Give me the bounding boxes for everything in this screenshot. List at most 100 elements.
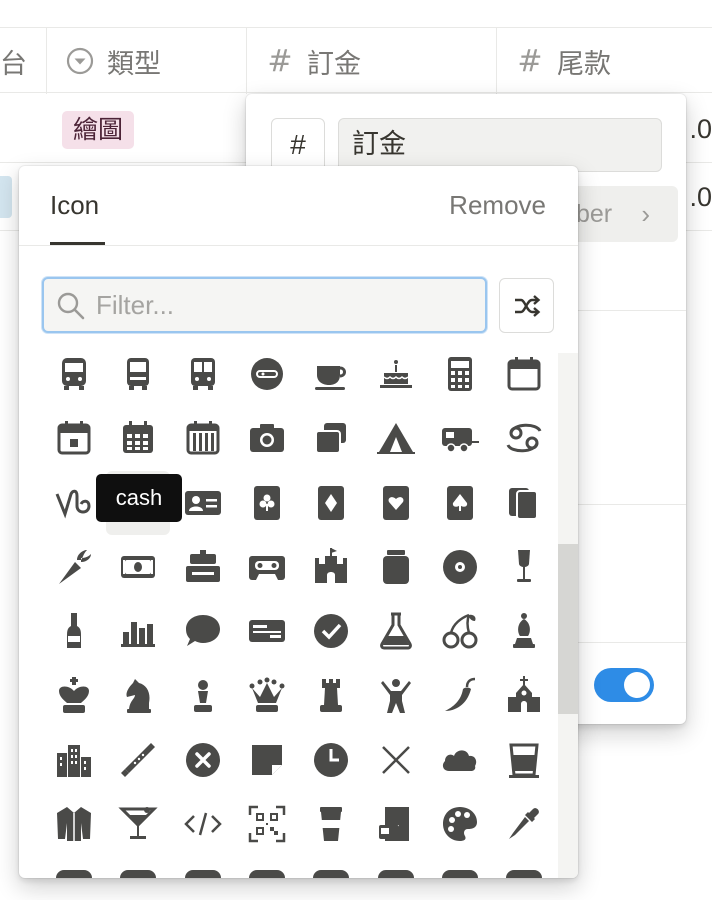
icon-option[interactable]	[492, 792, 556, 856]
icon-option[interactable]	[42, 728, 106, 792]
icon-option[interactable]	[235, 664, 299, 728]
filter-field[interactable]	[42, 277, 487, 333]
icon-option[interactable]	[235, 471, 299, 535]
icon-option[interactable]	[364, 342, 428, 406]
icon-option[interactable]	[364, 406, 428, 470]
icon-option[interactable]	[106, 792, 170, 856]
icon-option[interactable]	[428, 471, 492, 535]
icon-option[interactable]	[428, 728, 492, 792]
icon-option[interactable]	[171, 406, 235, 470]
icon-option[interactable]	[492, 471, 556, 535]
icon-option[interactable]	[364, 535, 428, 599]
remove-button[interactable]: Remove	[449, 190, 546, 221]
icon-option[interactable]	[42, 342, 106, 406]
icon-option[interactable]	[428, 535, 492, 599]
icon-option-partial[interactable]	[364, 856, 428, 878]
icon-option[interactable]	[492, 599, 556, 663]
camera-icon	[249, 424, 284, 453]
icon-option[interactable]	[42, 792, 106, 856]
type-tag[interactable]: 繪圖	[62, 111, 135, 149]
icon-option[interactable]	[106, 406, 170, 470]
icon-option[interactable]	[42, 599, 106, 663]
icon-option[interactable]	[364, 792, 428, 856]
icon-option[interactable]	[364, 471, 428, 535]
eyedropper-icon	[509, 808, 540, 840]
icon-option[interactable]	[364, 664, 428, 728]
icon-option[interactable]	[42, 406, 106, 470]
icon-option[interactable]	[428, 599, 492, 663]
cash-register-bell-icon	[185, 549, 220, 582]
icon-option[interactable]	[235, 406, 299, 470]
column-header-type[interactable]: 類型	[46, 28, 246, 94]
icon-option[interactable]	[492, 535, 556, 599]
icon-option[interactable]	[492, 664, 556, 728]
icon-option[interactable]	[364, 599, 428, 663]
column-header-partial[interactable]: 台	[0, 28, 46, 94]
icon-option[interactable]	[299, 471, 363, 535]
icon-option[interactable]	[106, 535, 170, 599]
icon-option-partial[interactable]	[106, 856, 170, 878]
deposit-cell-value[interactable]: .0	[689, 182, 712, 213]
icon-option[interactable]	[171, 728, 235, 792]
bar-chart-icon	[121, 622, 156, 648]
deposit-cell-value[interactable]: .0	[689, 114, 712, 145]
property-type-button[interactable]: #	[271, 118, 325, 172]
icon-option[interactable]	[171, 342, 235, 406]
icon-option[interactable]	[106, 599, 170, 663]
icon-option[interactable]	[299, 599, 363, 663]
icon-option[interactable]	[428, 792, 492, 856]
icon-option[interactable]	[428, 664, 492, 728]
icon-option[interactable]	[235, 792, 299, 856]
icon-option[interactable]	[171, 599, 235, 663]
chess-pawn-icon	[193, 679, 212, 712]
icon-option[interactable]	[42, 535, 106, 599]
icon-option[interactable]	[492, 728, 556, 792]
icon-option[interactable]	[235, 728, 299, 792]
icon-option[interactable]	[428, 406, 492, 470]
column-label: 尾款	[557, 48, 611, 80]
icon-option[interactable]	[299, 792, 363, 856]
tab-icon[interactable]: Icon	[50, 190, 99, 221]
icon-option[interactable]	[299, 664, 363, 728]
icon-option[interactable]	[428, 342, 492, 406]
icon-option[interactable]	[235, 342, 299, 406]
icon-option-partial[interactable]	[42, 856, 106, 878]
icon-option[interactable]	[171, 664, 235, 728]
column-header-deposit[interactable]: # 訂金	[246, 28, 496, 94]
icon-option[interactable]	[364, 728, 428, 792]
clear-icon	[185, 742, 220, 777]
icon-option[interactable]	[235, 599, 299, 663]
icon-option[interactable]	[171, 792, 235, 856]
icon-option[interactable]	[299, 728, 363, 792]
toggle-switch[interactable]	[594, 668, 654, 702]
filter-input[interactable]	[96, 279, 476, 331]
chili-pepper-icon	[444, 677, 475, 711]
icon-option[interactable]	[299, 406, 363, 470]
tag-partial	[0, 176, 12, 218]
random-icon-button[interactable]	[499, 278, 554, 333]
icon-option[interactable]	[492, 406, 556, 470]
icon-option[interactable]	[106, 664, 170, 728]
icon-option-partial[interactable]	[171, 856, 235, 878]
icon-option[interactable]	[492, 342, 556, 406]
icon-option[interactable]	[106, 728, 170, 792]
coffee-maker-icon	[378, 807, 409, 842]
cash-register-icon	[121, 555, 156, 578]
icon-option[interactable]	[171, 535, 235, 599]
icon-option-partial[interactable]	[235, 856, 299, 878]
scrollbar-thumb[interactable]	[558, 544, 578, 714]
icon-option-partial[interactable]	[492, 856, 556, 878]
id-card-icon	[184, 490, 221, 515]
icon-option[interactable]	[106, 342, 170, 406]
card-heart-icon	[382, 485, 409, 520]
icon-option[interactable]	[299, 342, 363, 406]
icon-option[interactable]	[299, 535, 363, 599]
column-header-balance[interactable]: # 尾款	[496, 28, 712, 94]
castle-icon	[315, 547, 348, 583]
icon-option-partial[interactable]	[428, 856, 492, 878]
icon-option-partial[interactable]	[299, 856, 363, 878]
select-icon	[65, 47, 95, 75]
icon-option[interactable]	[235, 535, 299, 599]
icon-option[interactable]	[42, 664, 106, 728]
property-name-input[interactable]: 訂金	[338, 118, 662, 172]
